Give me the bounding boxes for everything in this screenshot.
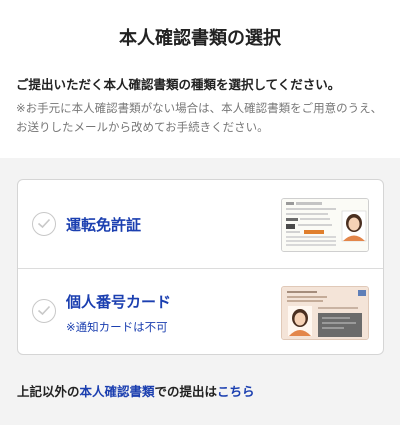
document-options: 運転免許証 個人番号カード ※通知カードは不可 bbox=[17, 179, 384, 355]
radio-check-icon[interactable] bbox=[32, 212, 56, 236]
footer-middle: での提出は bbox=[154, 384, 218, 399]
option-label: 個人番号カード bbox=[66, 293, 172, 311]
drivers-license-card-icon bbox=[281, 198, 369, 252]
header-section: 本人確認書類の選択 ご提出いただく本人確認書類の種類を選択してください。 ※お手… bbox=[0, 0, 400, 158]
page-title: 本人確認書類の選択 bbox=[119, 28, 281, 49]
option-my-number-card[interactable]: 個人番号カード ※通知カードは不可 bbox=[18, 268, 383, 356]
my-number-card-icon bbox=[281, 286, 369, 340]
option-sublabel: ※通知カードは不可 bbox=[66, 320, 168, 334]
alternative-documents-text: 上記以外の本人確認書類での提出はこちら bbox=[17, 381, 255, 400]
option-drivers-license[interactable]: 運転免許証 bbox=[18, 180, 383, 268]
radio-check-icon[interactable] bbox=[32, 299, 56, 323]
other-documents-link[interactable]: 本人確認書類 bbox=[80, 384, 155, 399]
instruction-text: ご提出いただく本人確認書類の種類を選択してください。 bbox=[16, 77, 341, 92]
footer-prefix: 上記以外の bbox=[17, 384, 80, 399]
here-link[interactable]: こちら bbox=[217, 384, 255, 399]
option-label: 運転免許証 bbox=[66, 216, 142, 234]
notice-text: ※お手元に本人確認書類がない場合は、本人確認書類をご用意のうえ、お送りしたメール… bbox=[16, 101, 383, 134]
